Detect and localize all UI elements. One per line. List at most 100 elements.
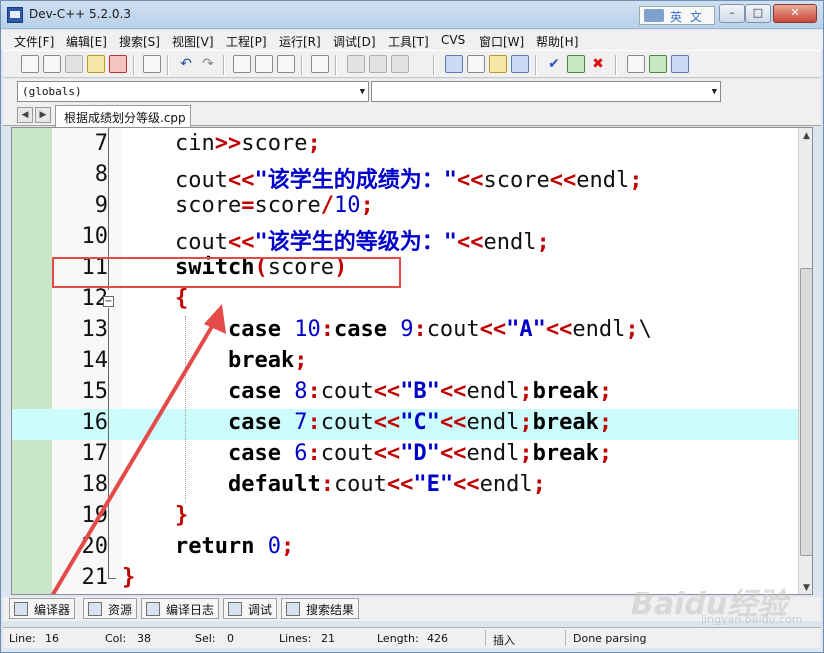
menu-window[interactable]: 窗口[W] (479, 33, 524, 50)
status-col-value: 38 (137, 632, 151, 645)
tab-scroll-left-icon[interactable]: ◀ (17, 107, 33, 123)
profile-icon[interactable] (567, 55, 585, 73)
status-line-label: Line: (9, 632, 36, 645)
status-divider (565, 630, 566, 646)
tab-debug[interactable]: 调试 (223, 598, 278, 619)
bookmark-icon[interactable] (671, 55, 689, 73)
open-file-icon[interactable] (43, 55, 61, 73)
status-line-value: 16 (45, 632, 59, 645)
resources-icon (88, 602, 102, 616)
toolbar: ↶ ↷ ✔ ✖ (3, 50, 821, 78)
toolbar-divider (223, 55, 225, 75)
toolbar-divider (433, 55, 435, 75)
ime-label: 英 文 (670, 10, 704, 24)
menu-debug[interactable]: 调试[D] (333, 33, 376, 50)
tab-compiler[interactable]: 编译器 (9, 598, 76, 619)
scope-selector-value: (globals) (22, 85, 82, 98)
status-sel-label: Sel: (195, 632, 216, 645)
replace-icon[interactable] (277, 55, 295, 73)
ime-indicator[interactable]: 英 文 (639, 6, 715, 25)
scrollbar-thumb[interactable] (800, 268, 812, 556)
title-bar: Dev-C++ 5.2.0.3 英 文 – □ ✕ (1, 1, 823, 29)
baidu-watermark-url: jingyan.baidu.com (701, 613, 803, 626)
vertical-scrollbar[interactable]: ▲ ▼ (798, 128, 812, 594)
menu-project[interactable]: 工程[P] (226, 33, 267, 50)
save-all-icon[interactable] (87, 55, 105, 73)
rebuild-all-icon[interactable] (511, 55, 529, 73)
window-title: Dev-C++ 5.2.0.3 (29, 7, 132, 21)
status-length-label: Length: (377, 632, 419, 645)
member-selector[interactable]: ▼ (371, 81, 721, 102)
toolbar-divider (615, 55, 617, 75)
ime-logo-icon (644, 9, 664, 22)
annotation-arrow-icon (50, 304, 226, 594)
menu-help[interactable]: 帮助[H] (536, 33, 578, 50)
scroll-down-icon[interactable]: ▼ (799, 580, 812, 594)
scroll-up-icon[interactable]: ▲ (799, 128, 812, 144)
tab-compile-log[interactable]: 编译日志 (141, 598, 220, 619)
menu-file[interactable]: 文件[F] (14, 33, 54, 50)
check-icon[interactable]: ✔ (545, 55, 563, 73)
status-sel-value: 0 (227, 632, 234, 645)
status-lines-label: Lines: (279, 632, 312, 645)
toolbar-divider (535, 55, 537, 75)
menu-run[interactable]: 运行[R] (279, 33, 321, 50)
scope-selector[interactable]: (globals) ▼ (17, 81, 369, 102)
class-browser-icon[interactable] (627, 55, 645, 73)
search-results-icon (286, 602, 300, 616)
print-icon[interactable] (143, 55, 161, 73)
compile-icon[interactable] (445, 55, 463, 73)
minimize-button[interactable]: – (719, 4, 745, 23)
file-tab-bar: ◀ ▶ 根据成绩划分等级.cpp (3, 104, 821, 127)
undo-icon[interactable]: ↶ (177, 55, 195, 73)
chevron-down-icon: ▼ (359, 87, 365, 97)
app-icon (7, 7, 23, 23)
close-button[interactable]: ✕ (773, 4, 817, 23)
find-icon[interactable] (233, 55, 251, 73)
toolbar-divider (301, 55, 303, 75)
tab-label: 调试 (248, 603, 273, 617)
project-options-icon[interactable] (391, 55, 409, 73)
tab-search-results[interactable]: 搜索结果 (281, 598, 360, 619)
close-file-icon[interactable] (109, 55, 127, 73)
add-to-project-icon[interactable] (347, 55, 365, 73)
toolbar-divider (335, 55, 337, 75)
save-file-icon[interactable] (65, 55, 83, 73)
compile-run-icon[interactable] (489, 55, 507, 73)
toolbar-divider (133, 55, 135, 75)
menu-search[interactable]: 搜索[S] (119, 33, 160, 50)
find-next-icon[interactable] (255, 55, 273, 73)
insert-icon[interactable] (649, 55, 667, 73)
menu-edit[interactable]: 编辑[E] (66, 33, 107, 50)
tab-label: 资源 (108, 603, 133, 617)
tab-label: 编译日志 (166, 603, 215, 617)
redo-icon[interactable]: ↷ (199, 55, 217, 73)
status-insert-mode: 插入 (493, 634, 515, 647)
menu-tools[interactable]: 工具[T] (388, 33, 429, 50)
delete-icon[interactable]: ✖ (589, 55, 607, 73)
goto-line-icon[interactable] (311, 55, 329, 73)
code-editor[interactable]: 7 cin>>score; 8 cout<<"该学生的成绩为："<<score<… (11, 127, 813, 595)
maximize-button[interactable]: □ (745, 4, 771, 23)
remove-from-project-icon[interactable] (369, 55, 387, 73)
tab-label: 编译器 (34, 603, 71, 617)
run-icon[interactable] (467, 55, 485, 73)
menu-view[interactable]: 视图[V] (172, 33, 214, 50)
tab-scroll-right-icon[interactable]: ▶ (35, 107, 51, 123)
status-length-value: 426 (427, 632, 448, 645)
toolbar-divider (167, 55, 169, 75)
tab-file[interactable]: 根据成绩划分等级.cpp (55, 105, 191, 127)
tab-label: 搜索结果 (306, 603, 355, 617)
status-message: Done parsing (573, 632, 647, 645)
compile-log-icon (146, 602, 160, 616)
new-file-icon[interactable] (21, 55, 39, 73)
dev-cpp-window: Dev-C++ 5.2.0.3 英 文 – □ ✕ 文件[F] 编辑[E] 搜索… (0, 0, 824, 653)
tab-resources[interactable]: 资源 (83, 598, 138, 619)
menu-cvs[interactable]: CVS (441, 33, 465, 47)
menu-bar: 文件[F] 编辑[E] 搜索[S] 视图[V] 工程[P] 运行[R] 调试[D… (1, 30, 823, 50)
chevron-down-icon: ▼ (711, 87, 717, 97)
debug-icon (228, 602, 242, 616)
status-col-label: Col: (105, 632, 127, 645)
status-lines-value: 21 (321, 632, 335, 645)
selector-row: (globals) ▼ ▼ (3, 79, 821, 104)
